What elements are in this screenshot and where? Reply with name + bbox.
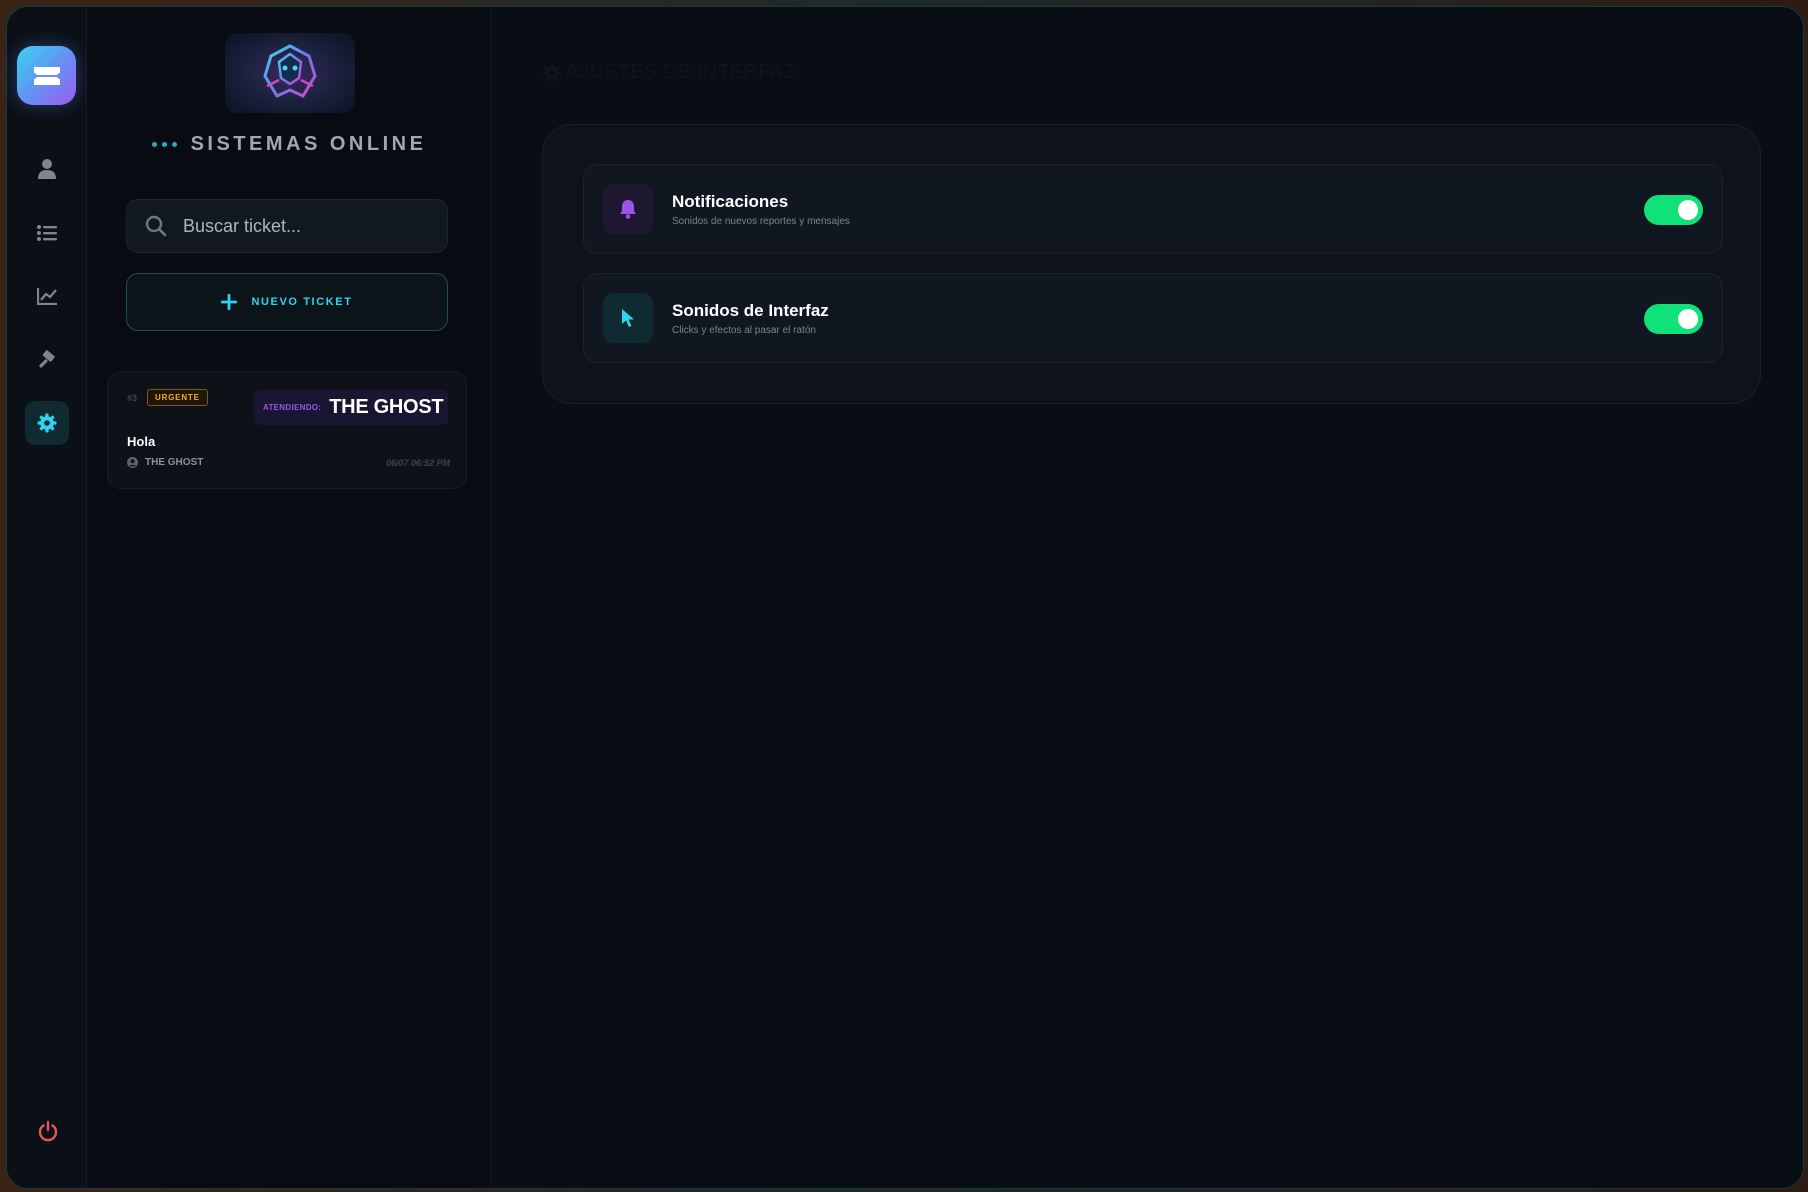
new-ticket-button[interactable]: NUEVO TICKET xyxy=(126,273,448,331)
priority-badge: URGENTE xyxy=(147,389,208,406)
gear-icon xyxy=(37,413,57,433)
setting-title: Notificaciones xyxy=(672,192,789,211)
gear-icon xyxy=(542,63,562,82)
ticket-number: #3 xyxy=(127,393,138,403)
chart-line-icon xyxy=(36,288,57,305)
team-emblem-logo xyxy=(225,33,355,113)
plus-icon xyxy=(221,294,238,310)
attending-label: ATENDIENDO: xyxy=(263,403,322,412)
system-status: SISTEMAS ONLINE xyxy=(87,133,491,156)
cursor-icon xyxy=(622,309,634,327)
rail-tools-button[interactable] xyxy=(25,338,69,382)
app-window: SISTEMAS ONLINE NUEVO TICKET #3 URGENTE … xyxy=(6,6,1804,1189)
setting-notifications: Notificaciones Sonidos de nuevos reporte… xyxy=(583,164,1723,254)
rail-tickets-button[interactable] xyxy=(25,211,69,255)
notifications-toggle[interactable] xyxy=(1644,195,1703,225)
toggle-knob xyxy=(1678,309,1698,329)
new-ticket-label: NUEVO TICKET xyxy=(251,296,353,308)
attending-badge: ATENDIENDO: THE GHOST xyxy=(254,390,448,425)
page-title: AJUSTES DE INTERFAZ xyxy=(542,61,795,84)
hammer-icon xyxy=(39,350,55,368)
user-icon xyxy=(38,159,56,179)
search-input[interactable] xyxy=(183,215,423,237)
list-icon xyxy=(37,225,57,241)
attending-name: THE GHOST xyxy=(329,396,444,418)
search-box[interactable] xyxy=(126,199,448,253)
page-title-text: AJUSTES DE INTERFAZ xyxy=(566,61,796,83)
bell-icon xyxy=(620,200,636,219)
ticket-user-name: THE GHOST xyxy=(145,457,204,468)
rail-profile-button[interactable] xyxy=(25,147,69,191)
setting-interface-sounds: Sonidos de Interfaz Clicks y efectos al … xyxy=(583,273,1723,363)
toggle-knob xyxy=(1678,200,1698,220)
power-icon xyxy=(38,1120,58,1142)
ticket-sidebar: SISTEMAS ONLINE NUEVO TICKET #3 URGENTE … xyxy=(87,7,491,1188)
settings-main: AJUSTES DE INTERFAZ Notificaciones Sonid… xyxy=(491,7,1803,1188)
ticket-card[interactable]: #3 URGENTE ATENDIENDO: THE GHOST Hola TH… xyxy=(107,371,467,489)
search-icon xyxy=(145,215,167,237)
emblem-image xyxy=(263,44,317,98)
ticket-timestamp: 06/07 06:52 PM xyxy=(385,458,450,468)
ticket-user: THE GHOST xyxy=(127,457,203,468)
setting-description: Sonidos de nuevos reportes y mensajes xyxy=(672,216,850,227)
setting-description: Clicks y efectos al pasar el ratón xyxy=(672,325,816,336)
app-logo[interactable] xyxy=(17,46,76,105)
ticket-icon xyxy=(33,66,60,85)
user-circle-icon xyxy=(127,457,138,468)
rail-stats-button[interactable] xyxy=(25,274,69,318)
interface-sounds-toggle[interactable] xyxy=(1644,304,1703,334)
setting-icon-box xyxy=(603,293,653,343)
setting-title: Sonidos de Interfaz xyxy=(672,301,829,320)
rail-settings-button[interactable] xyxy=(25,401,69,445)
settings-panel: Notificaciones Sonidos de nuevos reporte… xyxy=(542,124,1761,404)
ticket-title: Hola xyxy=(127,434,156,449)
setting-icon-box xyxy=(603,184,653,234)
power-button[interactable] xyxy=(33,1116,63,1146)
status-dots xyxy=(151,142,177,147)
status-text: SISTEMAS ONLINE xyxy=(190,133,427,155)
icon-rail xyxy=(7,7,87,1188)
